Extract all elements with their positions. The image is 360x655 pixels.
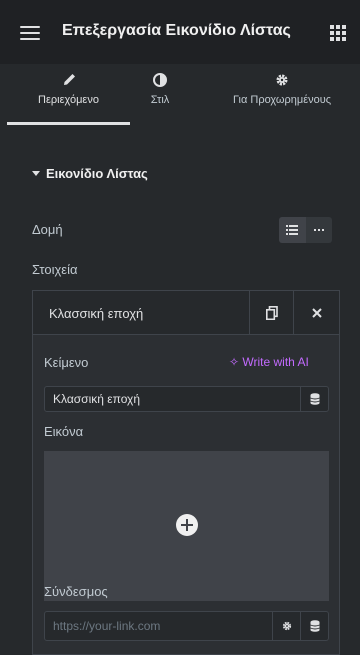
dynamic-tags-button[interactable] bbox=[300, 387, 328, 411]
layout-option-list[interactable] bbox=[279, 217, 306, 243]
layout-label: Δομή bbox=[32, 222, 63, 237]
database-icon bbox=[309, 620, 320, 632]
link-field-label: Σύνδεσμος bbox=[44, 584, 108, 599]
text-input-value: Κλασσική εποχή bbox=[53, 392, 141, 406]
tab-advanced-label: Για Προχωρημένους bbox=[232, 94, 332, 106]
tab-content[interactable]: Περιεχόμενο bbox=[7, 64, 130, 126]
menu-icon[interactable] bbox=[20, 26, 40, 40]
active-tab-indicator bbox=[7, 122, 130, 125]
list-icon bbox=[286, 225, 299, 235]
copy-icon bbox=[265, 306, 278, 320]
tab-style[interactable]: Στιλ bbox=[130, 64, 190, 126]
editor-header: Επεξεργασία Εικονίδιο Λίστας bbox=[0, 0, 360, 64]
link-options-button[interactable] bbox=[272, 612, 300, 640]
remove-button[interactable] bbox=[293, 291, 339, 335]
repeater-item-title[interactable]: Κλασσική εποχή bbox=[49, 306, 143, 321]
caret-down-icon bbox=[32, 171, 40, 176]
link-input[interactable] bbox=[45, 612, 265, 640]
tab-advanced[interactable]: Για Προχωρημένους bbox=[212, 64, 352, 126]
layout-toggle bbox=[279, 217, 332, 243]
image-field-label: Εικόνα bbox=[44, 424, 84, 439]
write-with-ai-label: Write with AI bbox=[242, 355, 309, 369]
half-circle-icon bbox=[153, 73, 167, 87]
section-title: Εικονίδιο Λίστας bbox=[46, 166, 148, 181]
text-field-label: Κείμενο bbox=[44, 355, 89, 370]
gear-icon bbox=[282, 621, 291, 631]
panel-tabs: Περιεχόμενο Στιλ Για Προχωρημένους bbox=[0, 64, 360, 126]
layout-option-inline[interactable] bbox=[305, 217, 332, 243]
add-image-icon[interactable] bbox=[176, 514, 198, 536]
text-input[interactable]: Κλασσική εποχή bbox=[44, 386, 329, 412]
section-toggle[interactable]: Εικονίδιο Λίστας bbox=[32, 166, 148, 181]
apps-grid-icon[interactable] bbox=[330, 25, 346, 41]
write-with-ai-button[interactable]: ✧ Write with AI bbox=[229, 355, 309, 369]
image-picker[interactable] bbox=[44, 451, 329, 601]
repeater-item-header[interactable]: Κλασσική εποχή bbox=[33, 291, 339, 335]
duplicate-button[interactable] bbox=[249, 291, 293, 335]
link-field bbox=[44, 611, 329, 641]
more-icon bbox=[313, 229, 324, 231]
pencil-icon bbox=[63, 74, 75, 85]
close-icon bbox=[311, 308, 322, 318]
repeater-item: Κλασσική εποχή Κείμενο ✧ Write with AI Κ… bbox=[32, 290, 340, 655]
link-dynamic-tags-button[interactable] bbox=[300, 612, 328, 640]
sparkle-icon: ✧ bbox=[229, 355, 240, 369]
gear-icon bbox=[276, 74, 288, 86]
tab-content-label: Περιεχόμενο bbox=[38, 94, 99, 106]
header-title: Επεξεργασία Εικονίδιο Λίστας bbox=[62, 22, 291, 39]
tab-style-label: Στιλ bbox=[150, 94, 170, 106]
items-label: Στοιχεία bbox=[32, 262, 78, 277]
database-icon bbox=[309, 393, 320, 405]
